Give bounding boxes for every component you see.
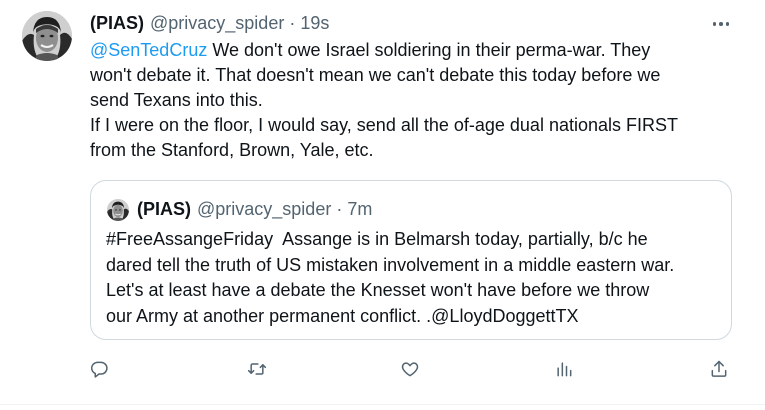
tweet-header: (PIAS) @privacy_spider · 19s [90, 12, 329, 34]
retweet-button[interactable] [242, 354, 272, 384]
author-name[interactable]: (PIAS) [90, 13, 144, 34]
quoted-header-separator: · [336, 198, 343, 219]
share-icon [711, 360, 727, 377]
tweet-text-line: from the Stanford, Brown, Yale, etc. [90, 140, 374, 160]
quoted-text-line: dared tell the truth of US mistaken invo… [106, 254, 675, 275]
avatar-photo [22, 11, 72, 61]
quoted-tweet-text: #FreeAssangeFriday Assange is in Belmars… [106, 227, 726, 329]
tweet-timestamp[interactable]: 19s [300, 13, 329, 34]
quoted-author-handle: @privacy_spider [197, 198, 332, 219]
tweet-actions-bar [0, 354, 765, 384]
like-button[interactable] [395, 354, 425, 384]
share-button[interactable] [704, 354, 734, 384]
tweet-divider [0, 404, 765, 405]
quoted-author-avatar [107, 199, 129, 221]
quoted-text-line: #FreeAssangeFriday Assange is in Belmars… [106, 229, 648, 249]
heart-icon [401, 362, 419, 377]
reply-icon [91, 361, 108, 378]
reply-button[interactable] [84, 354, 114, 384]
tweet: (PIAS) @privacy_spider · 19s @SenTedCruz… [0, 0, 765, 410]
retweet-icon [247, 363, 267, 375]
tweet-text-line: won't debate it. That doesn't mean we ca… [90, 65, 661, 85]
quoted-text-line: our Army at another permanent conflict. … [106, 305, 579, 326]
mention-link[interactable]: @SenTedCruz [90, 40, 207, 60]
quoted-tweet-timestamp: 7m [347, 198, 373, 219]
tweet-text-line: send Texans into this. [90, 90, 263, 110]
tweet-text: @SenTedCruz We don't owe Israel soldieri… [90, 38, 740, 163]
quoted-tweet-header: (PIAS) @privacy_spider · 7m [137, 198, 372, 220]
views-button[interactable] [549, 354, 579, 384]
avatar-photo [107, 199, 129, 221]
quoted-text-line: Let's at least have a debate the Knesset… [106, 280, 650, 300]
header-separator: · [289, 12, 296, 33]
author-avatar[interactable] [22, 11, 72, 61]
more-horizontal-icon [712, 22, 730, 26]
tweet-text-line: If I were on the floor, I would say, sen… [90, 115, 678, 135]
tweet-text-segment: We don't owe Israel soldiering in their … [207, 40, 651, 60]
author-handle[interactable]: @privacy_spider [150, 13, 284, 34]
more-options-button[interactable] [707, 14, 735, 34]
quoted-author-name: (PIAS) [137, 198, 191, 219]
tweet-text-line: @SenTedCruz We don't owe Israel soldieri… [90, 38, 740, 63]
quoted-tweet-card[interactable]: (PIAS) @privacy_spider · 7m #FreeAssange… [90, 180, 732, 340]
analytics-icon [557, 362, 572, 377]
